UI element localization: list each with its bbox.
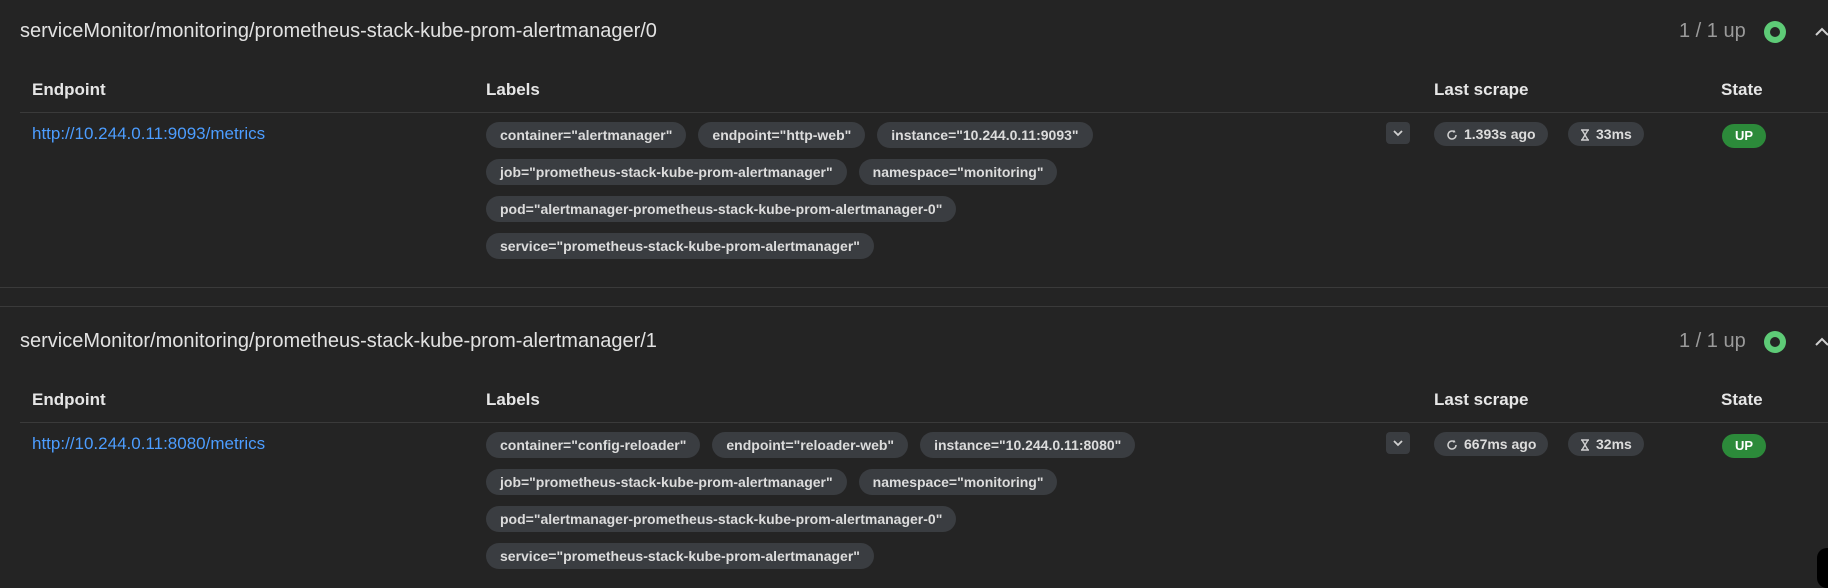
chevron-down-icon <box>1393 130 1403 137</box>
last-scrape-ago: 1.393s ago <box>1464 126 1536 142</box>
pool-separator <box>0 306 1828 307</box>
column-header-state: State <box>1721 390 1763 409</box>
last-scrape-badge: 667ms ago <box>1434 432 1549 456</box>
column-header-labels: Labels <box>486 80 540 99</box>
expand-labels-button[interactable] <box>1386 122 1410 144</box>
scrape-duration: 32ms <box>1596 436 1632 452</box>
chevron-down-icon <box>1393 440 1403 447</box>
label-badge: job="prometheus-stack-kube-prom-alertman… <box>486 159 847 185</box>
label-badge: container="config-reloader" <box>486 432 701 458</box>
column-header-labels: Labels <box>486 390 540 409</box>
refresh-icon <box>1447 129 1457 140</box>
labels-list: container="alertmanager" endpoint="http-w… <box>486 122 1376 270</box>
scrape-pool-0: serviceMonitor/monitoring/prometheus-sta… <box>0 0 1828 288</box>
header-divider <box>20 422 1828 423</box>
column-header-endpoint: Endpoint <box>32 390 106 409</box>
row-divider <box>0 287 1828 288</box>
hourglass-icon <box>1581 439 1589 451</box>
labels-list: container="config-reloader" endpoint="rel… <box>486 432 1376 580</box>
label-badge: namespace="monitoring" <box>858 469 1058 495</box>
column-header-endpoint: Endpoint <box>32 80 106 99</box>
label-badge: instance="10.244.0.11:8080" <box>920 432 1136 458</box>
label-badge: pod="alertmanager-prometheus-stack-kube-… <box>486 196 957 222</box>
endpoint-link[interactable]: http://10.244.0.11:9093/metrics <box>32 124 265 144</box>
last-scrape-ago: 667ms ago <box>1464 436 1537 452</box>
pool-title: serviceMonitor/monitoring/prometheus-sta… <box>20 20 657 42</box>
column-header-state: State <box>1721 80 1763 99</box>
column-header-last-scrape: Last scrape <box>1434 390 1529 409</box>
label-badge: endpoint="http-web" <box>698 122 866 148</box>
scrape-pool-1: serviceMonitor/monitoring/prometheus-sta… <box>0 310 1828 588</box>
column-header-last-scrape: Last scrape <box>1434 80 1529 99</box>
label-badge: pod="alertmanager-prometheus-stack-kube-… <box>486 506 957 532</box>
state-badge: UP <box>1722 434 1767 458</box>
label-badge: namespace="monitoring" <box>858 159 1058 185</box>
hourglass-icon <box>1581 129 1589 141</box>
label-badge: service="prometheus-stack-kube-prom-aler… <box>486 233 874 259</box>
label-badge: service="prometheus-stack-kube-prom-aler… <box>486 543 874 569</box>
refresh-icon <box>1447 439 1457 450</box>
pool-up-count: 1 / 1 up <box>1679 20 1746 42</box>
scrape-duration-badge: 32ms <box>1568 432 1644 456</box>
pool-up-count: 1 / 1 up <box>1679 330 1746 352</box>
chevron-up-icon[interactable] <box>1812 332 1828 352</box>
chevron-up-icon[interactable] <box>1812 22 1828 42</box>
pool-title: serviceMonitor/monitoring/prometheus-sta… <box>20 330 657 352</box>
last-scrape-badge: 1.393s ago <box>1434 122 1548 146</box>
pool-header[interactable]: serviceMonitor/monitoring/prometheus-sta… <box>0 310 1828 374</box>
pool-header[interactable]: serviceMonitor/monitoring/prometheus-sta… <box>0 0 1828 64</box>
state-badge: UP <box>1722 124 1767 148</box>
health-status-icon <box>1764 21 1786 43</box>
scroll-indicator <box>1817 548 1828 588</box>
label-badge: job="prometheus-stack-kube-prom-alertman… <box>486 469 847 495</box>
label-badge: endpoint="reloader-web" <box>712 432 909 458</box>
scrape-duration-badge: 33ms <box>1568 122 1644 146</box>
expand-labels-button[interactable] <box>1386 432 1410 454</box>
label-badge: instance="10.244.0.11:9093" <box>877 122 1093 148</box>
header-divider <box>20 112 1828 113</box>
endpoint-link[interactable]: http://10.244.0.11:8080/metrics <box>32 434 265 454</box>
scrape-duration: 33ms <box>1596 126 1632 142</box>
label-badge: container="alertmanager" <box>486 122 687 148</box>
health-status-icon <box>1764 331 1786 353</box>
